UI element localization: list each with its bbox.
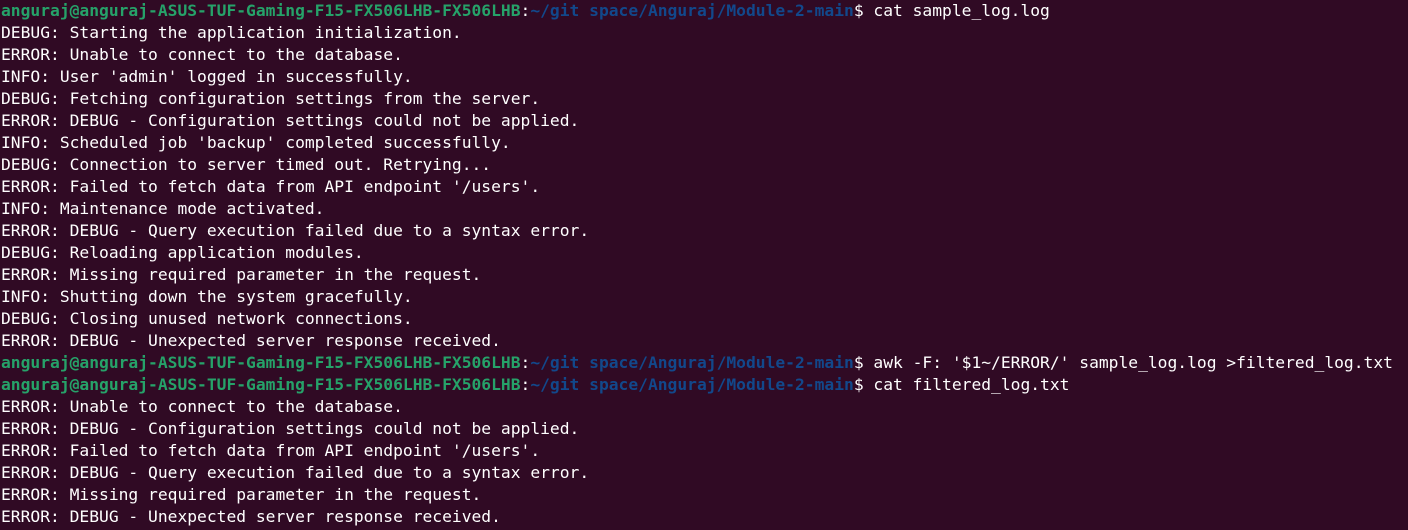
prompt-line: anguraj@anguraj-ASUS-TUF-Gaming-F15-FX50… [0,352,1408,374]
output-text: ERROR: DEBUG - Query execution failed du… [1,463,590,482]
output-line: ERROR: DEBUG - Unexpected server respons… [0,506,1408,528]
command-text: cat filtered_log.txt [873,375,1070,394]
prompt-separator: : [520,353,531,372]
output-text: ERROR: Failed to fetch data from API end… [1,177,541,196]
prompt-separator: : [520,1,531,20]
output-text: DEBUG: Closing unused network connection… [1,309,413,328]
prompt-user-host: anguraj@anguraj-ASUS-TUF-Gaming-F15-FX50… [1,375,521,394]
output-line: ERROR: Unable to connect to the database… [0,396,1408,418]
terminal-window[interactable]: anguraj@anguraj-ASUS-TUF-Gaming-F15-FX50… [0,0,1408,530]
output-text: DEBUG: Starting the application initiali… [1,23,462,42]
output-line: ERROR: Missing required parameter in the… [0,484,1408,506]
output-text: DEBUG: Fetching configuration settings f… [1,89,541,108]
output-line: INFO: User 'admin' logged in successfull… [0,66,1408,88]
command-text: cat sample_log.log [873,1,1050,20]
output-text: INFO: Shutting down the system gracefull… [1,287,413,306]
output-text: ERROR: DEBUG - Query execution failed du… [1,221,590,240]
output-line: DEBUG: Reloading application modules. [0,242,1408,264]
output-text: ERROR: Unable to connect to the database… [1,397,403,416]
output-line: DEBUG: Closing unused network connection… [0,308,1408,330]
prompt-symbol: $ [853,1,874,20]
prompt-line: anguraj@anguraj-ASUS-TUF-Gaming-F15-FX50… [0,0,1408,22]
output-text: INFO: Scheduled job 'backup' completed s… [1,133,511,152]
output-text: INFO: User 'admin' logged in successfull… [1,67,413,86]
output-line: ERROR: Unable to connect to the database… [0,44,1408,66]
prompt-user-host: anguraj@anguraj-ASUS-TUF-Gaming-F15-FX50… [1,1,521,20]
output-line: ERROR: DEBUG - Configuration settings co… [0,110,1408,132]
prompt-user-host: anguraj@anguraj-ASUS-TUF-Gaming-F15-FX50… [1,353,521,372]
output-line: DEBUG: Starting the application initiali… [0,22,1408,44]
prompt-path: ~/git space/Anguraj/Module-2-main [530,353,854,372]
output-line: ERROR: DEBUG - Query execution failed du… [0,220,1408,242]
output-line: DEBUG: Fetching configuration settings f… [0,88,1408,110]
output-text: ERROR: Missing required parameter in the… [1,265,482,284]
prompt-path: ~/git space/Anguraj/Module-2-main [530,1,854,20]
output-line: ERROR: Failed to fetch data from API end… [0,440,1408,462]
output-line: INFO: Shutting down the system gracefull… [0,286,1408,308]
output-text: ERROR: Failed to fetch data from API end… [1,441,541,460]
output-text: DEBUG: Reloading application modules. [1,243,364,262]
output-text: ERROR: DEBUG - Configuration settings co… [1,419,580,438]
command-text: awk -F: '$1~/ERROR/' sample_log.log >fil… [873,353,1393,372]
output-line: DEBUG: Connection to server timed out. R… [0,154,1408,176]
prompt-symbol: $ [853,375,874,394]
output-line: INFO: Maintenance mode activated. [0,198,1408,220]
prompt-symbol: $ [853,353,874,372]
prompt-line: anguraj@anguraj-ASUS-TUF-Gaming-F15-FX50… [0,374,1408,396]
output-line: ERROR: DEBUG - Unexpected server respons… [0,330,1408,352]
output-line: ERROR: Failed to fetch data from API end… [0,176,1408,198]
output-text: ERROR: Missing required parameter in the… [1,485,482,504]
prompt-path: ~/git space/Anguraj/Module-2-main [530,375,854,394]
output-line: ERROR: DEBUG - Configuration settings co… [0,418,1408,440]
output-text: ERROR: Unable to connect to the database… [1,45,403,64]
output-text: ERROR: DEBUG - Configuration settings co… [1,111,580,130]
output-text: INFO: Maintenance mode activated. [1,199,325,218]
output-text: DEBUG: Connection to server timed out. R… [1,155,492,174]
output-line: INFO: Scheduled job 'backup' completed s… [0,132,1408,154]
prompt-separator: : [520,375,531,394]
output-line: ERROR: Missing required parameter in the… [0,264,1408,286]
output-text: ERROR: DEBUG - Unexpected server respons… [1,331,501,350]
output-text: ERROR: DEBUG - Unexpected server respons… [1,507,501,526]
output-line: ERROR: DEBUG - Query execution failed du… [0,462,1408,484]
